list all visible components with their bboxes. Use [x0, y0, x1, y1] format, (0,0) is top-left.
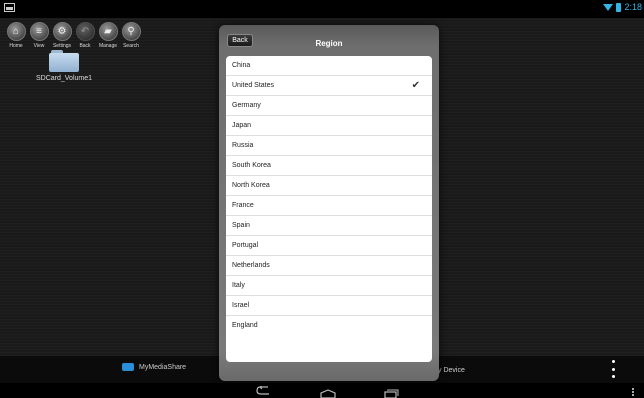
region-row[interactable]: France — [226, 196, 432, 216]
region-row[interactable]: Israel — [226, 296, 432, 316]
region-row[interactable]: Italy — [226, 276, 432, 296]
region-row[interactable]: North Korea — [226, 176, 432, 196]
search-label: Search — [123, 43, 139, 49]
region-label: England — [232, 322, 258, 329]
region-row[interactable]: Netherlands — [226, 256, 432, 276]
region-label: North Korea — [232, 182, 270, 189]
region-row[interactable]: Spain — [226, 216, 432, 236]
folder-sdcard[interactable]: SDCard_Volume1 — [34, 50, 94, 82]
status-bar: 2:18 — [0, 0, 644, 18]
status-icons: 2:18 — [603, 2, 642, 12]
mymediashare-icon — [122, 363, 134, 371]
back-label: Back — [79, 43, 91, 49]
manage-button[interactable]: ▰ Manage — [98, 22, 118, 49]
nav-home-icon[interactable] — [320, 386, 336, 398]
gear-icon: ⚙ — [52, 22, 72, 41]
checkmark-icon: ✔ — [411, 80, 420, 91]
region-label: Spain — [232, 222, 250, 229]
back-arrow-icon: ↶ — [75, 22, 95, 41]
region-label: United States — [232, 82, 275, 89]
region-row[interactable]: China — [226, 56, 432, 76]
region-row[interactable]: South Korea — [226, 156, 432, 176]
region-label: Israel — [232, 302, 250, 309]
toolbar: ⌂ Home ≡ View ⚙ Settings ↶ Back ▰ Manage… — [6, 22, 141, 49]
region-label: Netherlands — [232, 262, 270, 269]
wifi-icon — [603, 3, 614, 11]
battery-icon — [616, 2, 622, 12]
region-label: Portugal — [232, 242, 259, 249]
region-row[interactable]: Russia — [226, 136, 432, 156]
list-view-icon: ≡ — [29, 22, 49, 41]
region-label: France — [232, 202, 254, 209]
settings-button[interactable]: ⚙ Settings — [52, 22, 72, 49]
mymediashare-tab[interactable]: MyMediaShare — [122, 363, 186, 371]
folder-manage-icon: ▰ — [98, 22, 118, 41]
nav-back-icon[interactable] — [256, 384, 272, 395]
dialog-title: Region — [315, 39, 343, 48]
region-row[interactable]: Japan — [226, 116, 432, 136]
region-label: China — [232, 62, 251, 69]
folder-label: SDCard_Volume1 — [35, 75, 93, 82]
region-row[interactable]: Portugal — [226, 236, 432, 256]
folder-icon — [49, 50, 79, 72]
home-button[interactable]: ⌂ Home — [6, 22, 26, 49]
back-toolbar-button[interactable]: ↶ Back — [75, 22, 95, 49]
dialog-header: Back Region — [219, 25, 439, 55]
mymediashare-label: MyMediaShare — [139, 363, 187, 371]
region-row[interactable]: Germany — [226, 96, 432, 116]
region-label: Germany — [232, 102, 261, 109]
region-label: Japan — [232, 122, 252, 129]
overflow-menu-icon[interactable] — [612, 360, 616, 378]
home-icon: ⌂ — [6, 22, 26, 41]
search-icon: ⚲ — [121, 22, 141, 41]
nav-recent-apps-icon[interactable] — [383, 386, 399, 398]
view-label: View — [33, 43, 45, 49]
view-button[interactable]: ≡ View — [29, 22, 49, 49]
screenshot-notification-icon — [4, 3, 15, 12]
search-button[interactable]: ⚲ Search — [121, 22, 141, 49]
region-list[interactable]: China United States ✔ Germany Japan Russia Sou… — [226, 56, 432, 362]
menu-dots-icon[interactable] — [632, 388, 635, 396]
region-label: South Korea — [232, 162, 271, 169]
region-label: Russia — [232, 142, 254, 149]
manage-label: Manage — [98, 43, 118, 49]
my-device-tab[interactable]: y Device — [438, 367, 465, 374]
home-label: Home — [9, 43, 23, 49]
settings-label: Settings — [52, 43, 72, 49]
clock: 2:18 — [624, 2, 642, 12]
region-row[interactable]: England — [226, 316, 432, 336]
region-row[interactable]: United States ✔ — [226, 76, 432, 96]
region-label: Italy — [232, 282, 245, 289]
region-dialog: Back Region China United States ✔ Germany Ja… — [219, 25, 439, 381]
